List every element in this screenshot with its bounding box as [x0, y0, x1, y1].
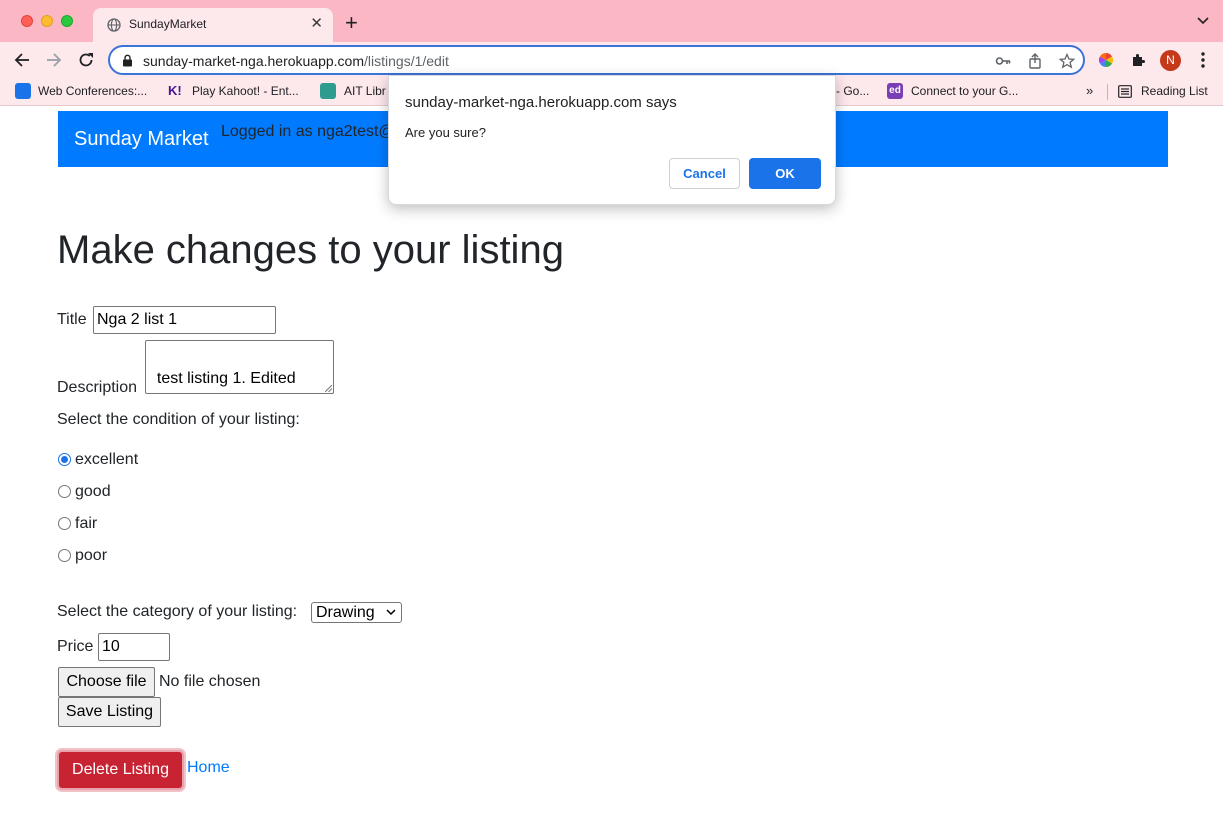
chevron-down-icon — [386, 609, 396, 616]
page-title: Make changes to your listing — [57, 228, 564, 272]
file-status: No file chosen — [159, 673, 261, 690]
key-icon[interactable] — [995, 53, 1011, 69]
more-menu-icon[interactable] — [1199, 51, 1207, 69]
home-link[interactable]: Home — [187, 759, 230, 777]
url-text: sunday-market-nga.herokuapp.com/listings… — [143, 53, 449, 69]
condition-radio-fair[interactable] — [58, 517, 71, 530]
dialog-ok-button[interactable]: OK — [749, 158, 821, 189]
condition-prompt: Select the condition of your listing: — [57, 411, 300, 428]
bookmarks-separator — [1107, 84, 1108, 100]
maximize-window-button[interactable] — [61, 15, 73, 27]
title-input[interactable]: Nga 2 list 1 — [93, 306, 276, 334]
save-listing-button[interactable]: Save Listing — [58, 697, 161, 727]
reading-list-button[interactable]: Reading List — [1141, 84, 1208, 98]
new-tab-button[interactable]: + — [345, 12, 358, 34]
condition-label-poor: poor — [75, 547, 108, 564]
url-path: /listings/1/edit — [364, 53, 449, 69]
ait-icon — [320, 83, 336, 99]
description-textarea[interactable]: test listing 1. Edited listing 1 — [145, 340, 334, 394]
category-selected-value: Drawing — [316, 604, 375, 621]
more-bookmarks-button[interactable]: » — [1086, 83, 1093, 98]
globe-icon — [107, 18, 121, 32]
share-icon[interactable] — [1027, 53, 1043, 69]
navbar-brand[interactable]: Sunday Market — [74, 128, 209, 151]
address-bar[interactable]: sunday-market-nga.herokuapp.com/listings… — [108, 45, 1085, 75]
choose-file-button[interactable]: Choose file — [58, 667, 155, 697]
condition-radio-excellent[interactable] — [58, 453, 71, 466]
close-window-button[interactable] — [21, 15, 33, 27]
browser-tab-strip: SundayMarket ✕ + — [0, 0, 1223, 42]
bookmark-kahoot[interactable]: Play Kahoot! - Ent... — [192, 84, 299, 98]
title-label: Title — [57, 311, 87, 328]
bookmark-partial[interactable]: - Go... — [836, 84, 869, 98]
chevron-down-icon[interactable] — [1197, 15, 1209, 27]
color-wheel-extension-icon[interactable] — [1098, 52, 1114, 68]
condition-radio-poor[interactable] — [58, 549, 71, 562]
price-label: Price — [57, 638, 94, 655]
puzzle-extensions-icon[interactable] — [1130, 52, 1146, 68]
reload-icon[interactable] — [77, 51, 95, 69]
ed-icon: ed — [887, 83, 903, 99]
resize-handle-icon[interactable] — [325, 385, 332, 392]
condition-radio-good[interactable] — [58, 485, 71, 498]
description-text: test listing 1. Edited listing 1 — [156, 370, 296, 387]
category-select[interactable]: Drawing — [311, 602, 402, 623]
forward-arrow-icon[interactable] — [45, 51, 63, 69]
back-arrow-icon[interactable] — [13, 51, 31, 69]
dialog-cancel-button[interactable]: Cancel — [669, 158, 740, 189]
bookmark-connect[interactable]: Connect to your G... — [911, 84, 1018, 98]
close-tab-icon[interactable]: ✕ — [310, 16, 323, 32]
browser-toolbar: sunday-market-nga.herokuapp.com/listings… — [0, 42, 1223, 78]
reading-list-icon[interactable] — [1118, 85, 1132, 98]
web-conferences-icon — [15, 83, 31, 99]
confirm-dialog: sunday-market-nga.herokuapp.com says Are… — [388, 75, 836, 205]
bookmark-web-conferences[interactable]: Web Conferences:... — [38, 84, 147, 98]
condition-label-good: good — [75, 483, 111, 500]
condition-label-excellent: excellent — [75, 451, 139, 468]
url-host: sunday-market-nga.herokuapp.com — [143, 53, 365, 69]
description-label: Description — [57, 379, 138, 396]
condition-label-fair: fair — [75, 515, 98, 532]
logged-in-status: Logged in as nga2test@ — [221, 123, 395, 140]
browser-tab-active[interactable]: SundayMarket ✕ — [93, 8, 333, 42]
dialog-title: sunday-market-nga.herokuapp.com says — [405, 94, 677, 111]
price-input[interactable]: 10 — [98, 633, 170, 661]
delete-listing-button[interactable]: Delete Listing — [57, 750, 184, 790]
tab-title: SundayMarket — [129, 17, 207, 31]
bookmark-ait-library[interactable]: AIT Libr — [344, 84, 386, 98]
kahoot-icon: K! — [168, 83, 182, 98]
star-icon[interactable] — [1059, 53, 1075, 69]
lock-icon[interactable] — [122, 54, 133, 67]
profile-avatar[interactable]: N — [1160, 50, 1181, 71]
minimize-window-button[interactable] — [41, 15, 53, 27]
dialog-message: Are you sure? — [405, 125, 486, 140]
category-prompt: Select the category of your listing: — [57, 603, 298, 620]
